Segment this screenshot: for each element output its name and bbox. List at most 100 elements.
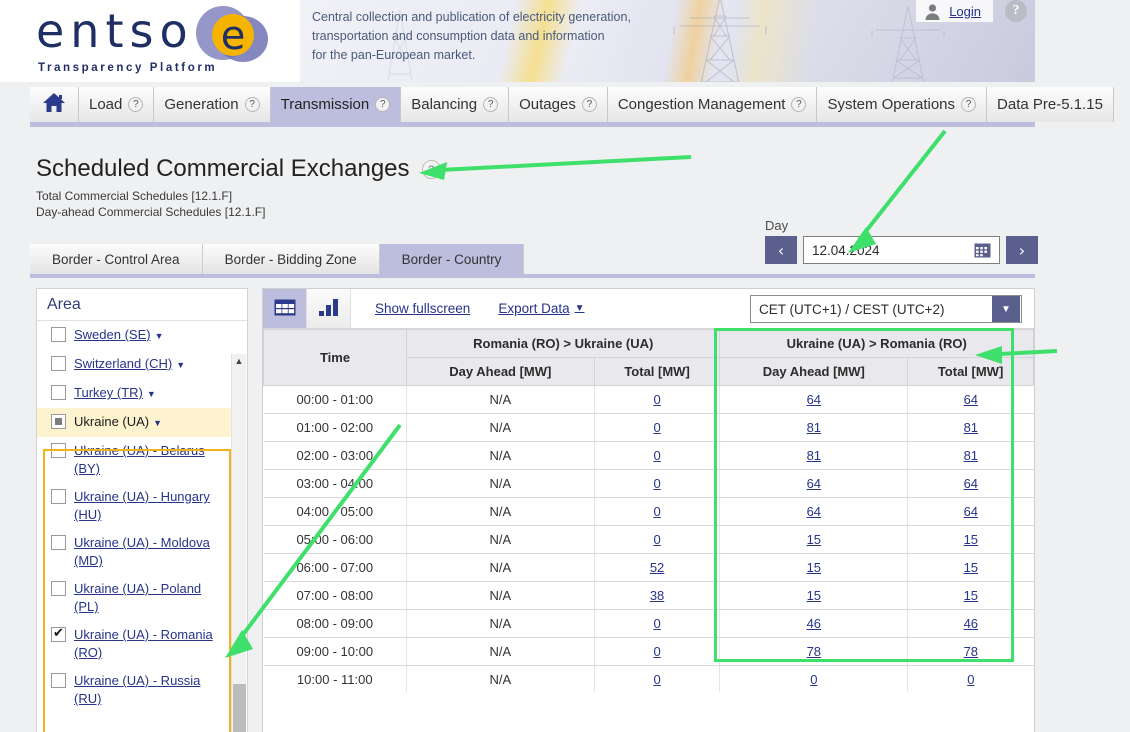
chevron-down-icon[interactable]: ▼ <box>153 418 162 428</box>
list-item-sweden[interactable]: Sweden (SE) ▼ <box>37 321 233 350</box>
border-type-tabs[interactable]: Border - Control Area Border - Bidding Z… <box>30 244 525 274</box>
area-item-label[interactable]: Ukraine (UA) - Belarus (BY) <box>74 442 227 478</box>
help-icon[interactable]: ? <box>128 97 144 112</box>
cell-value-link[interactable]: 38 <box>650 588 664 603</box>
cell-value-link[interactable]: 0 <box>810 672 817 687</box>
checkbox-icon[interactable] <box>51 356 66 371</box>
show-fullscreen-link[interactable]: Show fullscreen <box>361 289 484 328</box>
banner-help-button[interactable]: ? <box>1005 0 1027 22</box>
timezone-select[interactable]: CET (UTC+1) / CEST (UTC+2) ▼ <box>750 295 1022 323</box>
cell-value-link[interactable]: 64 <box>964 504 978 519</box>
cell-value-link[interactable]: 64 <box>807 392 821 407</box>
nav-item-data-pre-5-1-15[interactable]: Data Pre-5.1.15 <box>987 87 1114 122</box>
checkbox-icon[interactable] <box>51 673 66 688</box>
area-item-label[interactable]: Ukraine (UA) - Romania (RO) <box>74 626 227 662</box>
cell-value-link[interactable]: 81 <box>964 420 978 435</box>
cell-value-link[interactable]: 15 <box>964 532 978 547</box>
help-icon[interactable]: ? <box>791 97 807 112</box>
cell-value-link[interactable]: 64 <box>964 476 978 491</box>
checkbox-icon[interactable] <box>51 385 66 400</box>
cell-value-link[interactable]: 0 <box>653 476 660 491</box>
nav-item-transmission[interactable]: Transmission ? <box>270 87 402 122</box>
cell-value-link[interactable]: 0 <box>967 672 974 687</box>
cell-value-link[interactable]: 0 <box>653 504 660 519</box>
scroll-up-icon[interactable]: ▲ <box>232 354 246 369</box>
area-item-label[interactable]: Ukraine (UA) - Moldova (MD) <box>74 534 227 570</box>
main-navigation[interactable]: Load ? Generation ? Transmission ? Balan… <box>30 87 1114 122</box>
checkbox-icon[interactable] <box>51 581 66 596</box>
area-item-label[interactable]: Ukraine (UA) - Poland (PL) <box>74 580 227 616</box>
scrollbar-thumb[interactable] <box>233 684 246 732</box>
checkbox-icon[interactable] <box>51 625 66 643</box>
cell-value-link[interactable]: 81 <box>807 420 821 435</box>
chevron-down-icon[interactable]: ▼ <box>575 303 585 314</box>
cell-value-link[interactable]: 52 <box>650 560 664 575</box>
cell-value-link[interactable]: 81 <box>964 448 978 463</box>
chevron-down-icon[interactable]: ▼ <box>176 360 185 370</box>
list-item-ukraine-russia[interactable]: Ukraine (UA) - Russia (RU) <box>37 667 233 713</box>
list-item-ukraine[interactable]: Ukraine (UA) ▼ <box>37 408 233 437</box>
previous-day-button[interactable]: ‹ <box>765 236 797 264</box>
table-view-button[interactable] <box>263 289 307 328</box>
data-table-scroll[interactable]: Time Romania (RO) > Ukraine (UA) Ukraine… <box>263 329 1034 692</box>
cell-value-link[interactable]: 0 <box>653 392 660 407</box>
help-icon[interactable]: ? <box>375 97 391 112</box>
nav-item-balancing[interactable]: Balancing ? <box>401 87 510 122</box>
area-item-label[interactable]: Turkey (TR) <box>74 385 143 400</box>
cell-value-link[interactable]: 15 <box>964 588 978 603</box>
list-item-ukraine-hungary[interactable]: Ukraine (UA) - Hungary (HU) <box>37 483 233 529</box>
login-link[interactable]: Login <box>949 4 981 19</box>
cell-value-link[interactable]: 81 <box>807 448 821 463</box>
cell-value-link[interactable]: 78 <box>807 644 821 659</box>
tab-border-control-area[interactable]: Border - Control Area <box>30 244 203 274</box>
area-list-scroll-region[interactable]: Sweden (SE) ▼ Switzerland (CH) ▼ Turkey (T… <box>37 321 247 732</box>
nav-item-generation[interactable]: Generation ? <box>154 87 271 122</box>
day-input-wrapper[interactable] <box>803 236 1000 264</box>
cell-value-link[interactable]: 0 <box>653 672 660 687</box>
chart-view-button[interactable] <box>307 289 351 328</box>
tab-border-country[interactable]: Border - Country <box>379 244 525 274</box>
cell-value-link[interactable]: 15 <box>964 560 978 575</box>
cell-value-link[interactable]: 46 <box>807 616 821 631</box>
nav-home-button[interactable] <box>30 87 79 122</box>
cell-value-link[interactable]: 15 <box>807 588 821 603</box>
checkbox-icon[interactable] <box>51 443 66 458</box>
help-icon[interactable]: ? <box>961 97 977 112</box>
list-item-ukraine-moldova[interactable]: Ukraine (UA) - Moldova (MD) <box>37 529 233 575</box>
cell-value-link[interactable]: 0 <box>653 616 660 631</box>
calendar-icon[interactable] <box>974 242 991 262</box>
cell-value-link[interactable]: 0 <box>653 448 660 463</box>
help-icon[interactable]: ? <box>483 97 499 112</box>
help-icon[interactable]: ? <box>244 97 260 112</box>
cell-value-link[interactable]: 15 <box>807 560 821 575</box>
checkbox-icon[interactable] <box>51 489 66 504</box>
cell-value-link[interactable]: 64 <box>807 504 821 519</box>
list-item-switzerland[interactable]: Switzerland (CH) ▼ <box>37 350 233 379</box>
export-data-link[interactable]: Export Data ▼ <box>484 289 598 328</box>
list-item-ukraine-romania[interactable]: Ukraine (UA) - Romania (RO) <box>37 621 233 667</box>
cell-value-link[interactable]: 15 <box>807 532 821 547</box>
login-area[interactable]: Login <box>916 0 993 22</box>
cell-value-link[interactable]: 0 <box>653 532 660 547</box>
day-input[interactable] <box>804 241 964 259</box>
checkbox-icon[interactable] <box>51 327 66 342</box>
cell-value-link[interactable]: 46 <box>964 616 978 631</box>
nav-item-load[interactable]: Load ? <box>79 87 155 122</box>
area-item-label[interactable]: Ukraine (UA) - Russia (RU) <box>74 672 227 708</box>
cell-value-link[interactable]: 0 <box>653 644 660 659</box>
checkbox-icon[interactable] <box>51 414 66 429</box>
area-list-scrollbar[interactable]: ▲ <box>231 354 246 732</box>
nav-item-system-operations[interactable]: System Operations ? <box>817 87 988 122</box>
list-item-ukraine-poland[interactable]: Ukraine (UA) - Poland (PL) <box>37 575 233 621</box>
cell-value-link[interactable]: 78 <box>964 644 978 659</box>
list-item-turkey[interactable]: Turkey (TR) ▼ <box>37 379 233 408</box>
help-icon[interactable]: ? <box>581 97 597 112</box>
cell-value-link[interactable]: 64 <box>807 476 821 491</box>
tab-border-bidding-zone[interactable]: Border - Bidding Zone <box>202 244 380 274</box>
entsoe-logo[interactable]: entso e Transparency Platform <box>36 4 268 80</box>
chevron-down-icon[interactable]: ▼ <box>155 331 164 341</box>
cell-value-link[interactable]: 64 <box>964 392 978 407</box>
next-day-button[interactable]: › <box>1006 236 1038 264</box>
area-item-label[interactable]: Ukraine (UA) - Hungary (HU) <box>74 488 227 524</box>
area-item-label[interactable]: Sweden (SE) <box>74 327 151 342</box>
